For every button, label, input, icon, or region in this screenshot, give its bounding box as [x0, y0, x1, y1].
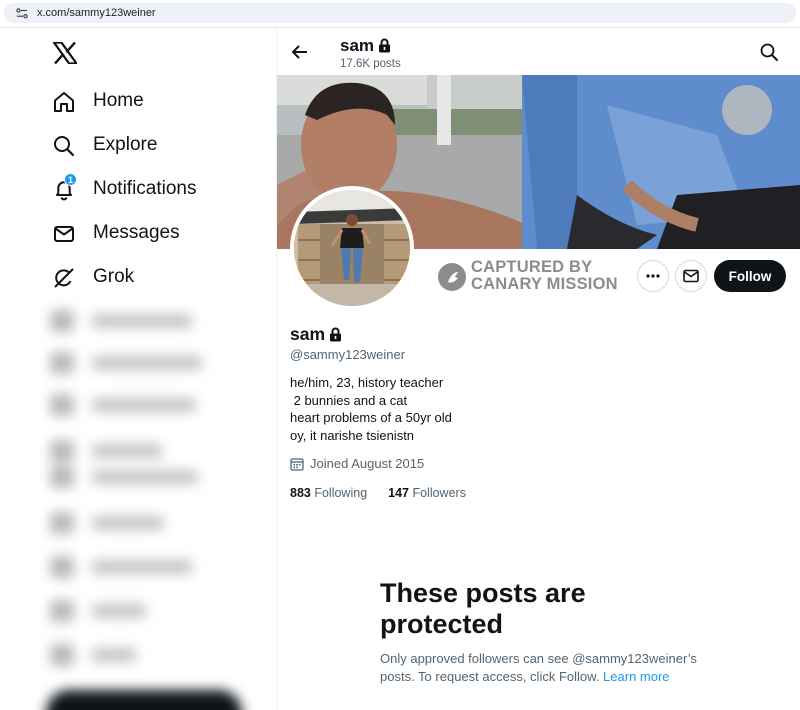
site-info-icon[interactable]: [16, 8, 28, 19]
followers-count: 147: [388, 486, 409, 500]
bio-line: oy, it narishe tsienistn: [290, 427, 415, 443]
sidebar-item-label: Notifications: [93, 178, 197, 199]
profile-avatar[interactable]: [290, 186, 414, 310]
back-arrow-icon[interactable]: [290, 42, 310, 62]
lock-icon: [379, 38, 391, 53]
sidebar-item-explore[interactable]: Explore: [52, 132, 157, 160]
protected-description: Only approved followers can see @sammy12…: [380, 650, 710, 686]
following-link[interactable]: 883 Following: [290, 486, 367, 500]
x-logo-icon[interactable]: [53, 42, 77, 64]
sidebar-item-label: Grok: [93, 266, 135, 287]
bio-line: heart problems of a 50yr old: [290, 410, 452, 425]
envelope-icon: [683, 269, 699, 283]
followers-link[interactable]: 147 Followers: [388, 486, 466, 500]
search-icon: [54, 136, 75, 157]
url-field[interactable]: x.com/sammy123weiner: [4, 3, 796, 23]
url-text: x.com/sammy123weiner: [37, 7, 156, 19]
sidebar-item-label: Home: [93, 90, 144, 111]
calendar-icon: [290, 457, 304, 471]
joined-date: Joined August 2015: [290, 456, 424, 471]
profile-handle: @sammy123weiner: [290, 347, 406, 362]
more-icon: [646, 274, 660, 278]
watermark-line-1: CAPTURED BY: [471, 258, 593, 276]
learn-more-link[interactable]: Learn more: [603, 669, 669, 684]
watermark-line-2: CANARY MISSION: [471, 275, 618, 293]
sidebar-item-notifications[interactable]: 1 Notifications: [52, 173, 197, 204]
header-post-count: 17.6K posts: [340, 58, 401, 70]
bio-line: he/him, 23, history teacher: [290, 375, 444, 390]
grok-icon: [54, 268, 74, 288]
canary-logo-icon: [438, 263, 466, 291]
sidebar-item-label: Explore: [93, 134, 158, 155]
follow-stats: 883 Following 147 Followers: [290, 486, 466, 500]
profile-name: sam: [290, 324, 342, 345]
following-label: Following: [314, 486, 368, 500]
sidebar-nav: Home Explore 1 Notifications Messages Gr…: [0, 28, 276, 710]
sidebar-item-label: Messages: [93, 222, 180, 243]
search-icon[interactable]: [759, 42, 779, 62]
sidebar-item-home[interactable]: Home: [52, 88, 144, 116]
lock-icon: [330, 327, 342, 342]
follow-button[interactable]: Follow: [714, 260, 786, 292]
header-name: sam: [340, 36, 375, 55]
envelope-icon: [54, 226, 74, 242]
notification-badge: 1: [64, 173, 77, 186]
message-button[interactable]: [675, 260, 707, 292]
sidebar-item-grok[interactable]: Grok: [52, 264, 134, 292]
profile-bio: he/him, 23, history teacher 2 bunnies an…: [290, 374, 452, 444]
home-icon: [54, 92, 74, 112]
protected-title: These posts are protected: [380, 578, 586, 639]
blurred-nav-section: [40, 310, 260, 710]
watermark-text: CAPTURED BY CANARY MISSION: [471, 259, 618, 293]
browser-address-bar: x.com/sammy123weiner: [0, 0, 800, 28]
bio-line: 2 bunnies and a cat: [290, 392, 408, 408]
joined-text: Joined August 2015: [310, 456, 425, 471]
sidebar-item-messages[interactable]: Messages: [52, 220, 180, 248]
avatar-image: [294, 190, 410, 306]
header-title: sam: [340, 36, 391, 56]
followers-label: Followers: [412, 486, 466, 500]
more-options-button[interactable]: [637, 260, 669, 292]
following-count: 883: [290, 486, 311, 500]
profile-display-name: sam: [290, 324, 326, 344]
